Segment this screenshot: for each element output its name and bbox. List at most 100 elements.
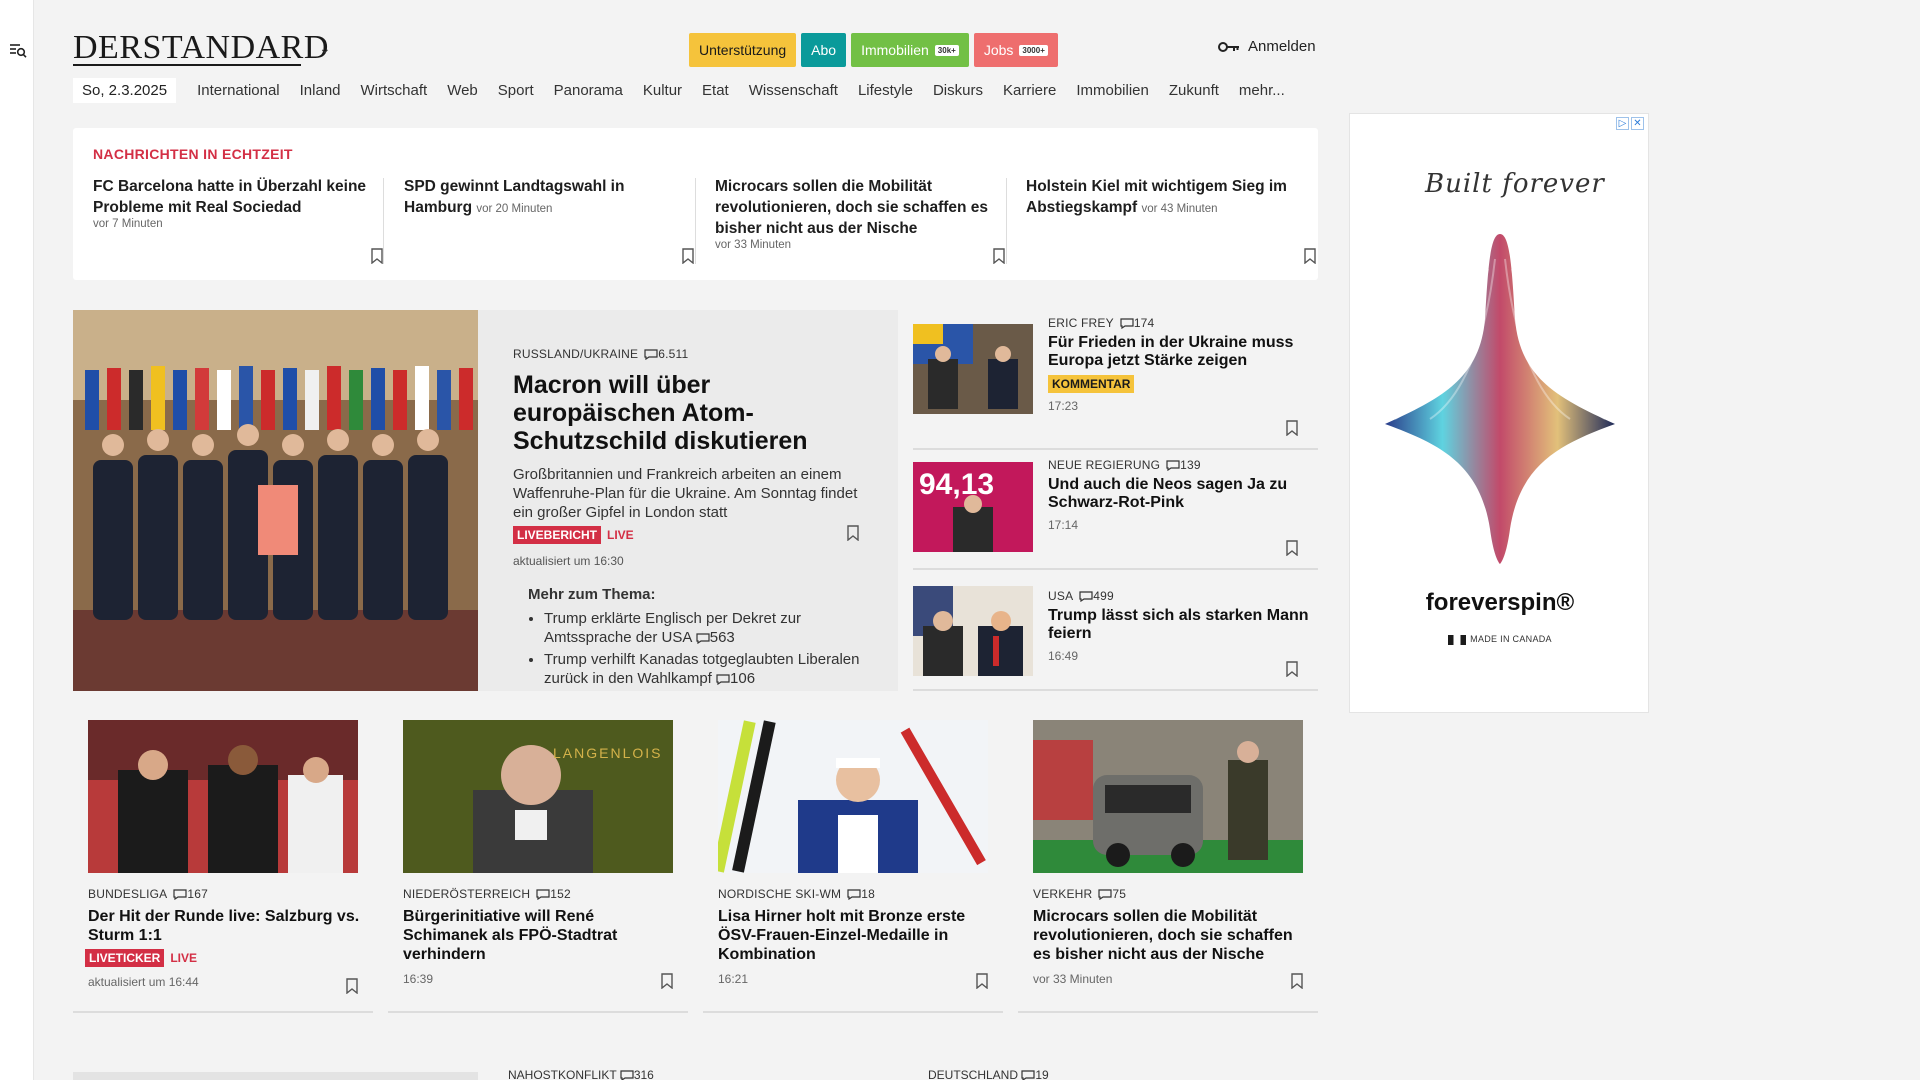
- card-title[interactable]: Der Hit der Runde live: Salzburg vs. Stu…: [88, 907, 363, 945]
- livebericht-badge: LIVEBERICHT: [513, 526, 602, 544]
- side-story[interactable]: USA 499 Trump lässt sich als starken Mann…: [913, 573, 1318, 691]
- ad-made-in: MADE IN CANADA: [1350, 634, 1650, 645]
- bookmark-icon[interactable]: [682, 248, 694, 264]
- comments-count[interactable]: 174: [1120, 316, 1155, 330]
- ticker-item[interactable]: Microcars sollen die Mobilität revolutio…: [715, 176, 1005, 264]
- comment-icon: [620, 1070, 634, 1080]
- related-link[interactable]: Trump erklärte Englisch per Dekret zur A…: [544, 609, 873, 647]
- nav-item-karriere[interactable]: Karriere: [1003, 82, 1056, 99]
- comments-count[interactable]: 18: [847, 887, 875, 901]
- thumb-overlay-text: 94,13: [919, 468, 994, 501]
- card-photo[interactable]: LANGENLOIS: [403, 720, 673, 873]
- ticker-item[interactable]: FC Barcelona hatte in Überzahl keine Pro…: [93, 176, 383, 264]
- comments-count[interactable]: 152: [536, 887, 571, 901]
- lead-kicker[interactable]: RUSSLAND/UKRAINE: [513, 347, 638, 361]
- bookmark-icon[interactable]: [1286, 420, 1298, 436]
- abo-button[interactable]: Abo: [801, 33, 847, 67]
- comments-count[interactable]: 6.511: [644, 347, 688, 361]
- bookmark-icon[interactable]: [371, 248, 383, 264]
- nav-item-lifestyle[interactable]: Lifestyle: [858, 82, 913, 99]
- ticker-title[interactable]: Microcars sollen die Mobilität revolutio…: [715, 178, 988, 237]
- side-story-text: ERIC FREY 174 Für Frieden in der Ukraine …: [1048, 316, 1313, 413]
- comments-count[interactable]: 139: [1166, 458, 1201, 472]
- related-topics: Mehr zum Thema: Trump erklärte Englisch …: [528, 586, 873, 688]
- next-row-meta[interactable]: NAHOSTKONFLIKT 316: [508, 1068, 654, 1080]
- card-photo[interactable]: [718, 720, 988, 873]
- card-kicker[interactable]: VERKEHR: [1033, 887, 1092, 901]
- bookmark-icon[interactable]: [1286, 661, 1298, 677]
- next-row-meta[interactable]: DEUTSCHLAND 19: [928, 1068, 1049, 1080]
- comment-icon: [1079, 591, 1093, 603]
- related-link[interactable]: Trump verhilft Kanadas totgeglaubten Lib…: [544, 650, 873, 688]
- close-icon[interactable]: ✕: [1631, 117, 1644, 130]
- bookmark-icon[interactable]: [1286, 540, 1298, 556]
- card-title[interactable]: Lisa Hirner holt mit Bronze erste ÖSV-Fr…: [718, 907, 993, 964]
- teaser-card[interactable]: VERKEHR 75 Microcars sollen die Mobilität…: [1018, 720, 1318, 1013]
- bookmark-icon[interactable]: [976, 973, 988, 989]
- nav-item-panorama[interactable]: Panorama: [554, 82, 623, 99]
- advertisement[interactable]: ▷ ✕ Built forever foreverspin® MADE IN C…: [1349, 113, 1649, 713]
- nav-item-international[interactable]: International: [197, 82, 280, 99]
- card-title[interactable]: Bürgerinitiative will René Schimanek als…: [403, 907, 678, 964]
- bookmark-icon[interactable]: [1304, 248, 1316, 264]
- bookmark-icon[interactable]: [993, 248, 1005, 264]
- side-story[interactable]: 94,13 NEUE REGIERUNG 139 Und auch die Neo…: [913, 452, 1318, 570]
- menu-search-icon[interactable]: [9, 41, 27, 59]
- card-photo[interactable]: [1033, 720, 1303, 873]
- nav-item-etat[interactable]: Etat: [702, 82, 729, 99]
- side-kicker[interactable]: USA: [1048, 589, 1073, 603]
- ticker-item[interactable]: SPD gewinnt Landtagswahl in Hamburg vor …: [404, 176, 694, 264]
- comments-count[interactable]: 499: [1079, 589, 1114, 603]
- nav-item-diskurs[interactable]: Diskurs: [933, 82, 983, 99]
- card-photo-sign: LANGENLOIS: [553, 745, 662, 761]
- side-title[interactable]: Trump lässt sich als starken Mann feiern: [1048, 607, 1313, 643]
- comment-icon: [1021, 1070, 1035, 1080]
- lead-title[interactable]: Macron will über europäischen Atom-Schut…: [513, 371, 873, 455]
- side-kicker[interactable]: ERIC FREY: [1048, 316, 1114, 330]
- bookmark-icon[interactable]: [346, 978, 358, 994]
- bookmark-icon[interactable]: [661, 973, 673, 989]
- support-button[interactable]: Unterstützung: [689, 33, 797, 67]
- comments-count[interactable]: 75: [1098, 887, 1126, 901]
- bookmark-icon[interactable]: [847, 525, 859, 541]
- ticker-item[interactable]: Holstein Kiel mit wichtigem Sieg im Abst…: [1026, 176, 1316, 264]
- nav-item-more[interactable]: mehr...: [1239, 82, 1285, 99]
- nav-item-web[interactable]: Web: [447, 82, 478, 99]
- side-title[interactable]: Für Frieden in der Ukraine muss Europa j…: [1048, 334, 1313, 370]
- nav-item-inland[interactable]: Inland: [300, 82, 341, 99]
- chevron-down-icon[interactable]: ⌄: [319, 40, 339, 60]
- teaser-card[interactable]: BUNDESLIGA 167 Der Hit der Runde live: Sa…: [73, 720, 373, 1013]
- nav-item-wirtschaft[interactable]: Wirtschaft: [361, 82, 428, 99]
- nav-item-wissenschaft[interactable]: Wissenschaft: [749, 82, 838, 99]
- adchoices-icon[interactable]: ▷: [1616, 117, 1629, 130]
- nav-item-kultur[interactable]: Kultur: [643, 82, 682, 99]
- comments-count[interactable]: 167: [173, 887, 208, 901]
- divider: [695, 178, 696, 264]
- side-story-thumb[interactable]: [913, 586, 1033, 676]
- side-title[interactable]: Und auch die Neos sagen Ja zu Schwarz-Ro…: [1048, 476, 1313, 512]
- login-button[interactable]: Anmelden: [1218, 38, 1316, 55]
- site-logo[interactable]: DERSTANDARD: [73, 29, 329, 67]
- bookmark-icon[interactable]: [1291, 973, 1303, 989]
- card-photo[interactable]: [88, 720, 358, 873]
- nav-item-sport[interactable]: Sport: [498, 82, 534, 99]
- card-title[interactable]: Microcars sollen die Mobilität revolutio…: [1033, 907, 1308, 964]
- teaser-card[interactable]: LANGENLOIS NIEDERÖSTERREICH 152 Bürgerini…: [388, 720, 688, 1013]
- immobilien-button[interactable]: Immobilien 30k+: [851, 33, 969, 67]
- side-story[interactable]: ERIC FREY 174 Für Frieden in der Ukraine …: [913, 310, 1318, 450]
- teaser-card[interactable]: NORDISCHE SKI-WM 18 Lisa Hirner holt mit …: [703, 720, 1003, 1013]
- card-kicker[interactable]: NIEDERÖSTERREICH: [403, 887, 530, 901]
- card-kicker[interactable]: NORDISCHE SKI-WM: [718, 887, 841, 901]
- nav-item-zukunft[interactable]: Zukunft: [1169, 82, 1219, 99]
- jobs-button[interactable]: Jobs 3000+: [973, 33, 1058, 67]
- ticker-title[interactable]: FC Barcelona hatte in Überzahl keine Pro…: [93, 178, 366, 216]
- side-story-thumb[interactable]: [913, 324, 1033, 414]
- card-kicker[interactable]: BUNDESLIGA: [88, 887, 167, 901]
- lead-photo[interactable]: [73, 310, 478, 691]
- spinning-top-image: [1385, 234, 1615, 564]
- comment-icon: [1120, 318, 1134, 330]
- side-kicker[interactable]: NEUE REGIERUNG: [1048, 458, 1160, 472]
- side-story-thumb[interactable]: 94,13: [913, 462, 1033, 552]
- nav-item-immobilien[interactable]: Immobilien: [1076, 82, 1149, 99]
- ticker-time: vor 33 Minuten: [715, 239, 792, 251]
